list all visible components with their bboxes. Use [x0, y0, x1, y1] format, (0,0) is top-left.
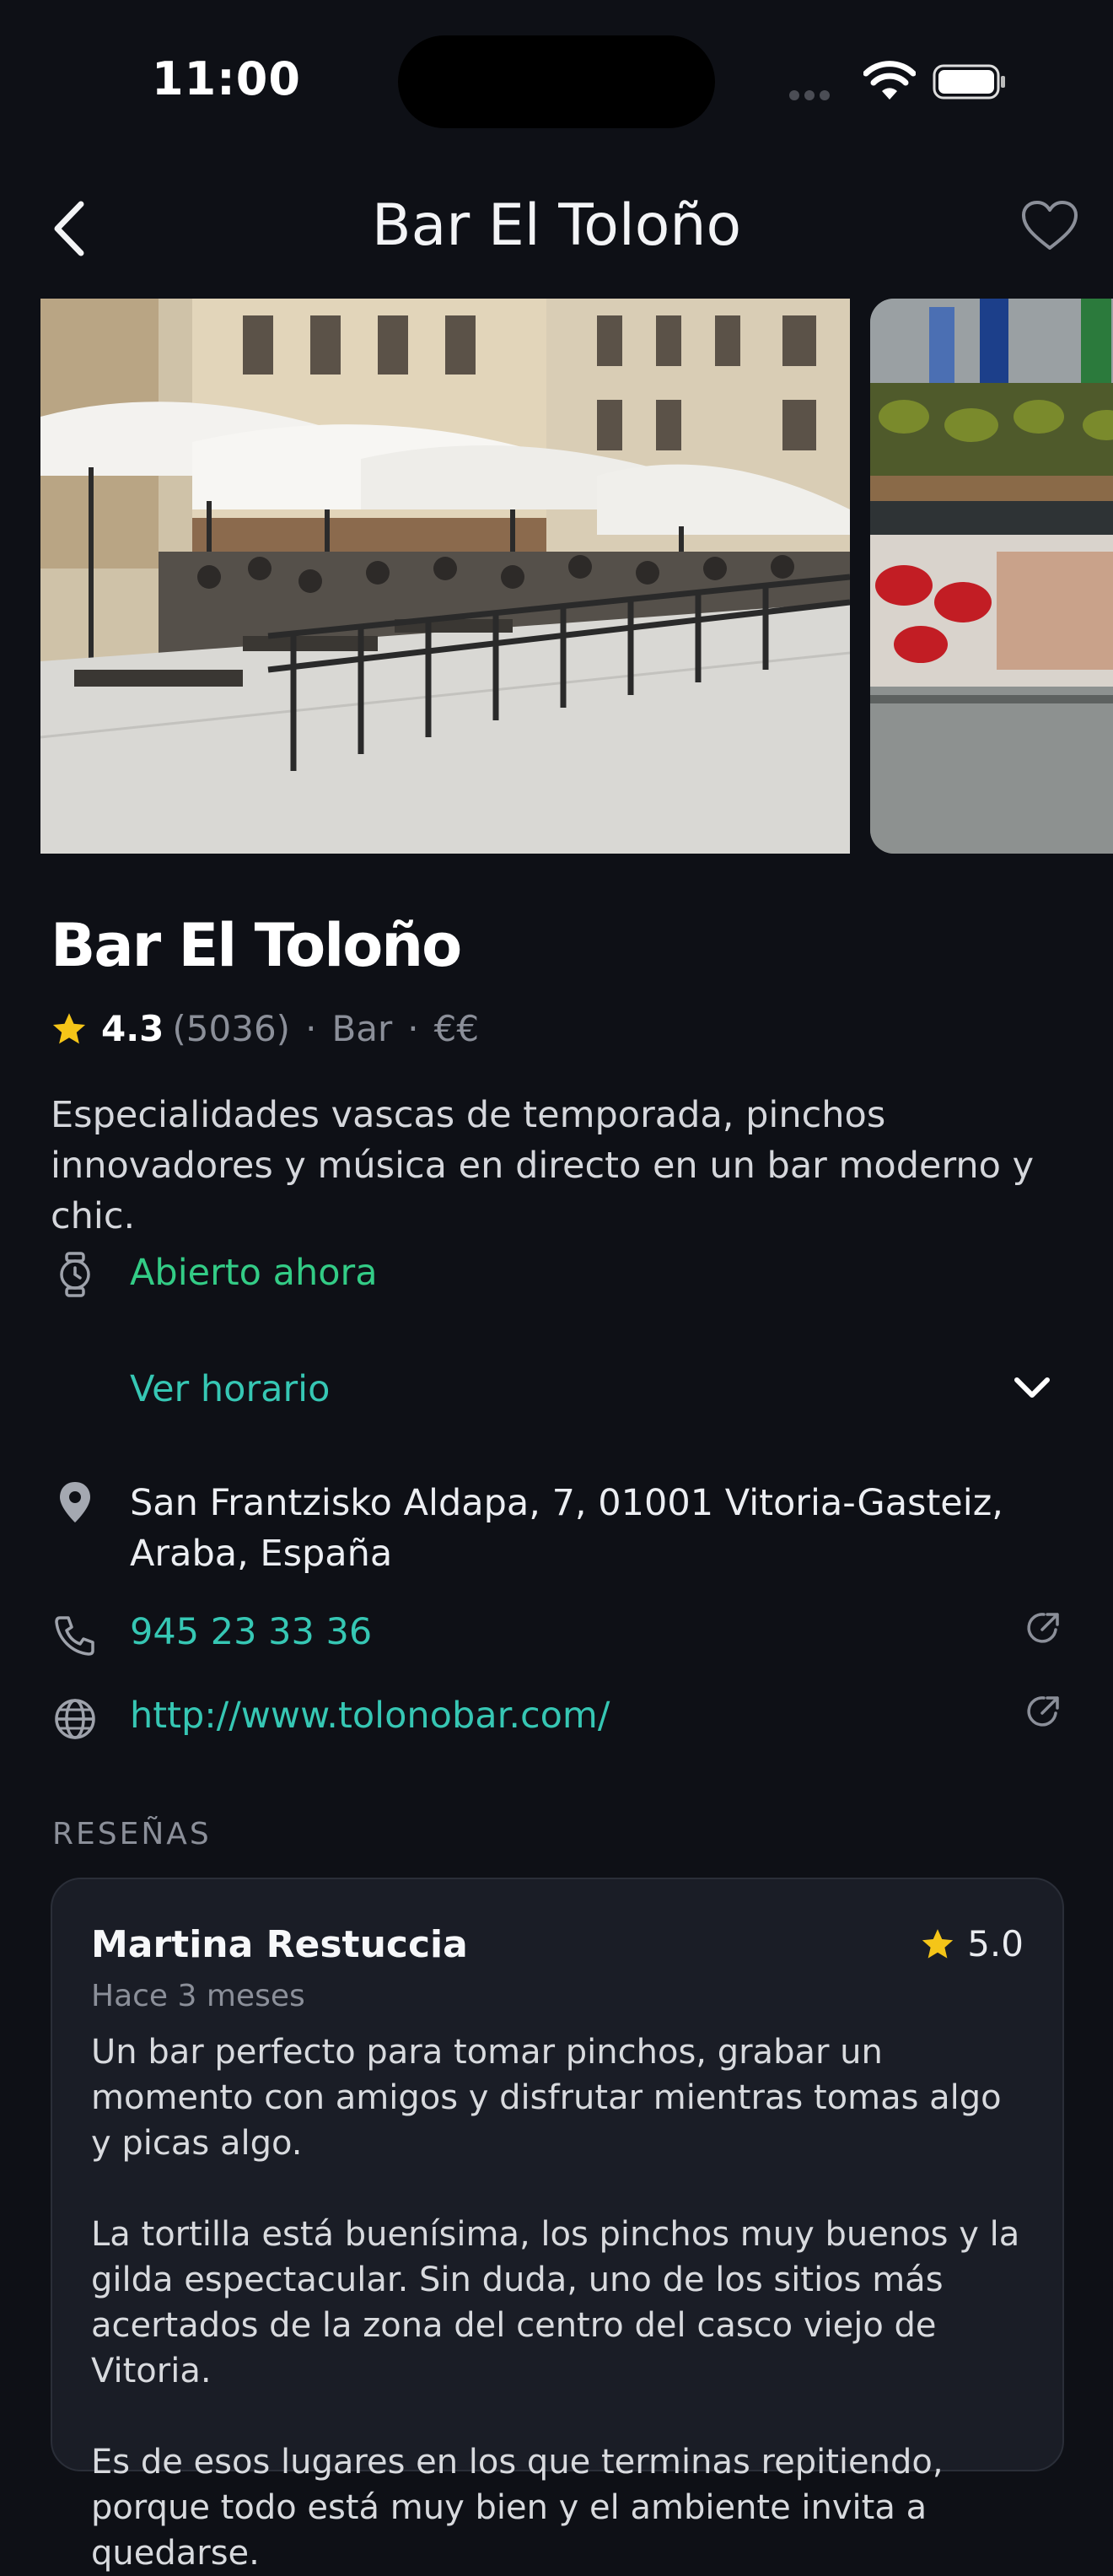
- open-status: Abierto ahora: [130, 1252, 378, 1294]
- terrace-photo[interactable]: [40, 299, 850, 854]
- place-name: Bar El Toloño: [51, 911, 462, 980]
- dynamic-island: [398, 35, 715, 128]
- back-chevron-icon[interactable]: [49, 199, 89, 258]
- place-description: Especialidades vascas de temporada, pinc…: [51, 1094, 1035, 1237]
- rating-row: 4.3 (5036) · Bar · €€: [51, 1008, 479, 1049]
- review-paragraph: La tortilla está buenísima, los pinchos …: [91, 2215, 1020, 2390]
- external-link-icon[interactable]: [1024, 1691, 1064, 1732]
- review-date: Hace 3 meses: [91, 1979, 305, 2013]
- star-icon: [52, 1012, 86, 1043]
- cellular-signal-icon: [789, 88, 845, 100]
- watch-clock-icon: [60, 1252, 90, 1297]
- review-paragraph: Un bar perfecto para tomar pinchos, grab…: [91, 2033, 1002, 2163]
- address-text[interactable]: San Frantzisko Aldapa, 7, 01001 Vitoria-…: [130, 1478, 1024, 1579]
- external-link-icon[interactable]: [1024, 1608, 1064, 1648]
- rating-value: 4.3: [101, 1008, 164, 1049]
- phone-link[interactable]: 945 23 33 36: [130, 1611, 372, 1653]
- review-rating: 5.0: [920, 1923, 1024, 1964]
- view-hours-link[interactable]: Ver horario: [130, 1368, 330, 1410]
- pinchos-photo[interactable]: [870, 299, 1113, 854]
- favorite-heart-icon[interactable]: [1020, 199, 1079, 253]
- reviews-count: (5036): [172, 1008, 291, 1049]
- website-link[interactable]: http://www.tolonobar.com/: [130, 1695, 610, 1737]
- terrace-photo-image: [40, 299, 850, 854]
- wifi-icon: [863, 61, 916, 100]
- phone-icon: [55, 1616, 94, 1656]
- category-label: Bar: [331, 1008, 393, 1049]
- reviews-section-title: RESEÑAS: [52, 1817, 212, 1851]
- star-icon: [922, 1928, 954, 1959]
- globe-icon: [55, 1699, 95, 1739]
- review-card[interactable]: Martina Restuccia 5.0 Hace 3 meses Un ba…: [51, 1878, 1064, 2573]
- chevron-down-icon[interactable]: [1012, 1373, 1052, 1402]
- battery-icon: [933, 64, 1005, 100]
- location-pin-icon: [60, 1482, 90, 1522]
- status-time: 11:00: [152, 52, 301, 105]
- review-author: Martina Restuccia: [91, 1923, 468, 1966]
- photo-carousel[interactable]: [0, 299, 1113, 855]
- review-rating-value: 5.0: [967, 1923, 1024, 1964]
- price-level: €€: [433, 1008, 480, 1049]
- separator-dot: ·: [305, 1008, 317, 1049]
- separator-dot: ·: [407, 1008, 419, 1049]
- nav-title: Bar El Toloño: [371, 192, 742, 259]
- pinchos-photo-image: [870, 299, 1113, 854]
- review-paragraph: Es de esos lugares en los que terminas r…: [91, 2443, 944, 2573]
